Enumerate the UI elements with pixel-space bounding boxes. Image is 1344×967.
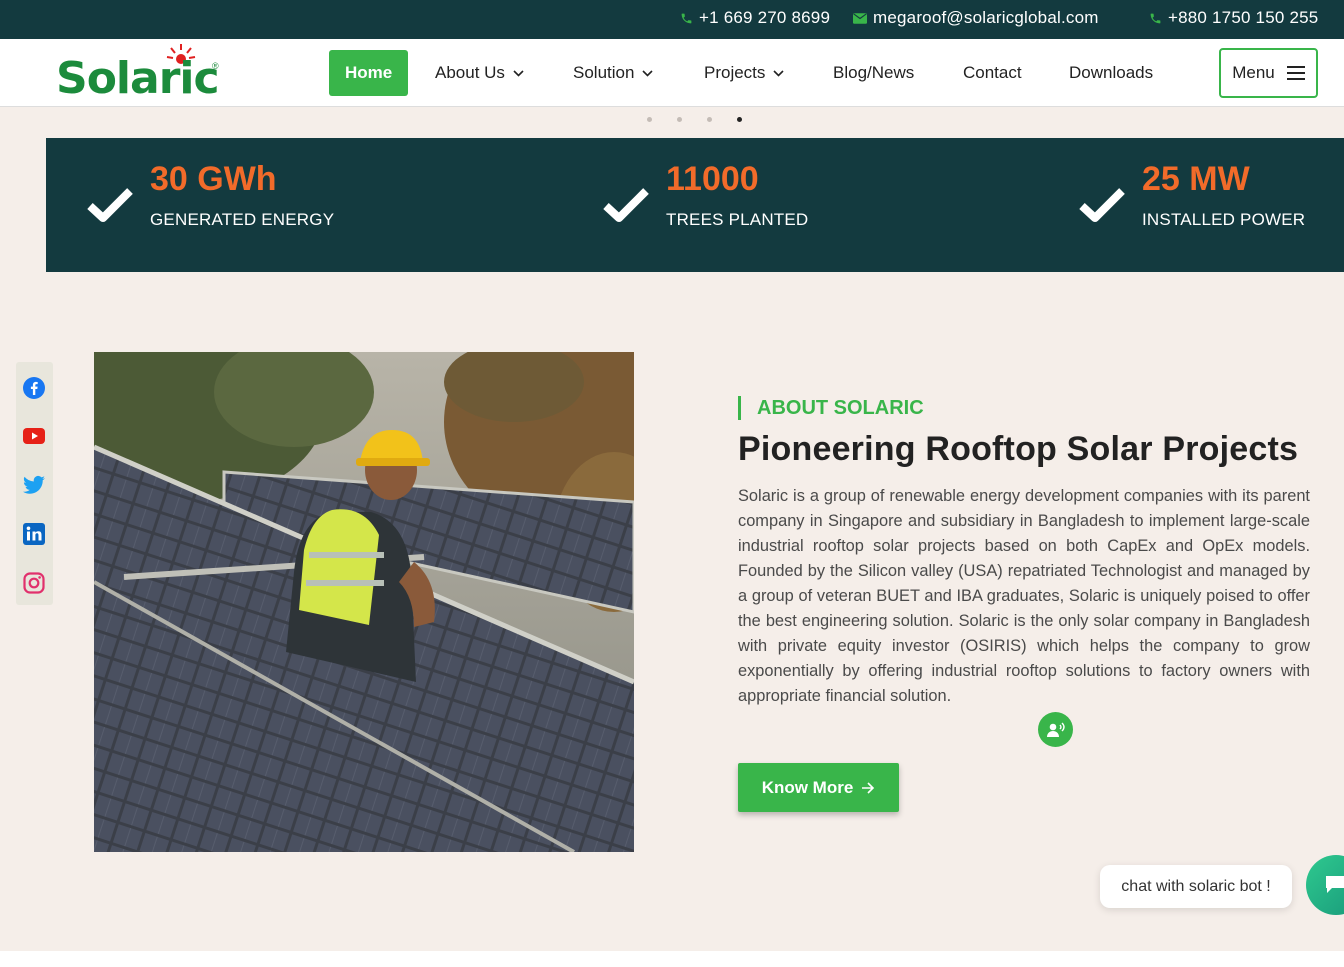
nav-downloads-label: Downloads [1069,63,1154,82]
nav-downloads[interactable]: Downloads [1069,50,1153,96]
site-header: Solaric ® Home About Us Solution Project… [0,39,1344,107]
stat-value: 25 MW [1142,160,1250,198]
stat-label: TREES PLANTED [666,210,809,229]
carousel-dot[interactable] [647,117,652,122]
stat-label: GENERATED ENERGY [150,210,335,229]
chevron-down-icon [773,69,784,77]
nav-solution[interactable]: Solution [573,50,654,96]
nav-home[interactable]: Home [329,50,409,96]
linkedin-icon[interactable] [22,522,46,546]
top-contact-bar: +1 669 270 8699 megaroof@solaricglobal.c… [0,0,1344,39]
checkmark-icon [87,188,133,222]
stat-value: 30 GWh [150,160,277,198]
know-more-button[interactable]: Know More [738,763,899,812]
nav-projects[interactable]: Projects [704,50,784,96]
section-title: Pioneering Rooftop Solar Projects [738,430,1299,468]
phone-icon [681,13,692,23]
chevron-down-icon [513,69,524,77]
email-contact[interactable]: megaroof@solaricglobal.com [853,8,1099,28]
mail-icon [853,12,867,24]
nav-contact[interactable]: Contact [963,50,1022,96]
phone-number-bd[interactable]: +880 1750 150 255 [1168,8,1318,28]
carousel-dots [640,117,760,125]
text-to-speech-button[interactable] [1038,712,1073,747]
phone-icon [1150,13,1161,23]
solar-worker-photo [94,352,634,852]
nav-blog-label: Blog/News [833,63,915,82]
chat-prompt-bubble[interactable]: chat with solaric bot ! [1100,865,1292,908]
facebook-icon[interactable] [22,376,46,400]
nav-blog-news[interactable]: Blog/News [833,50,914,96]
registered-mark: ® [212,61,219,71]
social-sidebar [16,362,53,605]
phone-contact-bd[interactable]: +880 1750 150 255 [1149,8,1318,28]
nav-about-us[interactable]: About Us [435,50,524,96]
twitter-icon[interactable] [22,473,46,497]
section-tag: ABOUT SOLARIC [738,396,924,420]
carousel-dot[interactable] [707,117,712,122]
chat-icon [1326,876,1344,893]
stat-label: INSTALLED POWER [1142,210,1306,229]
nav-solution-label: Solution [573,63,635,82]
know-more-label: Know More [761,777,854,797]
menu-button[interactable]: Menu [1219,48,1318,98]
chat-launcher-button[interactable] [1306,855,1344,915]
nav-contact-label: Contact [963,63,1022,82]
nav-about-label: About Us [435,63,505,82]
stats-band: 30 GWh GENERATED ENERGY 11000 TREES PLAN… [46,138,1344,272]
nav-projects-label: Projects [704,63,766,82]
phone-number-us[interactable]: +1 669 270 8699 [699,8,830,28]
about-description: Solaric is a group of renewable energy d… [738,487,1310,705]
email-address[interactable]: megaroof@solaricglobal.com [873,8,1099,28]
carousel-dot-active[interactable] [737,117,742,122]
logo-wordmark: Solaric [56,53,220,104]
hamburger-icon [1286,66,1305,80]
menu-button-label: Menu [1232,63,1275,82]
chat-prompt-text: chat with solaric bot ! [1121,877,1271,895]
speaker-icon [1046,722,1065,737]
solaric-logo[interactable]: Solaric ® [56,43,226,104]
nav-home-label: Home [345,63,393,82]
checkmark-icon [603,188,649,222]
stat-value: 11000 [666,160,759,198]
phone-contact-us[interactable]: +1 669 270 8699 [680,8,830,28]
youtube-icon[interactable] [22,424,46,448]
carousel-dot[interactable] [677,117,682,122]
section-divider [0,951,1344,967]
checkmark-icon [1079,188,1125,222]
arrow-right-icon [862,781,875,794]
instagram-icon[interactable] [22,571,46,595]
chevron-down-icon [642,69,654,77]
